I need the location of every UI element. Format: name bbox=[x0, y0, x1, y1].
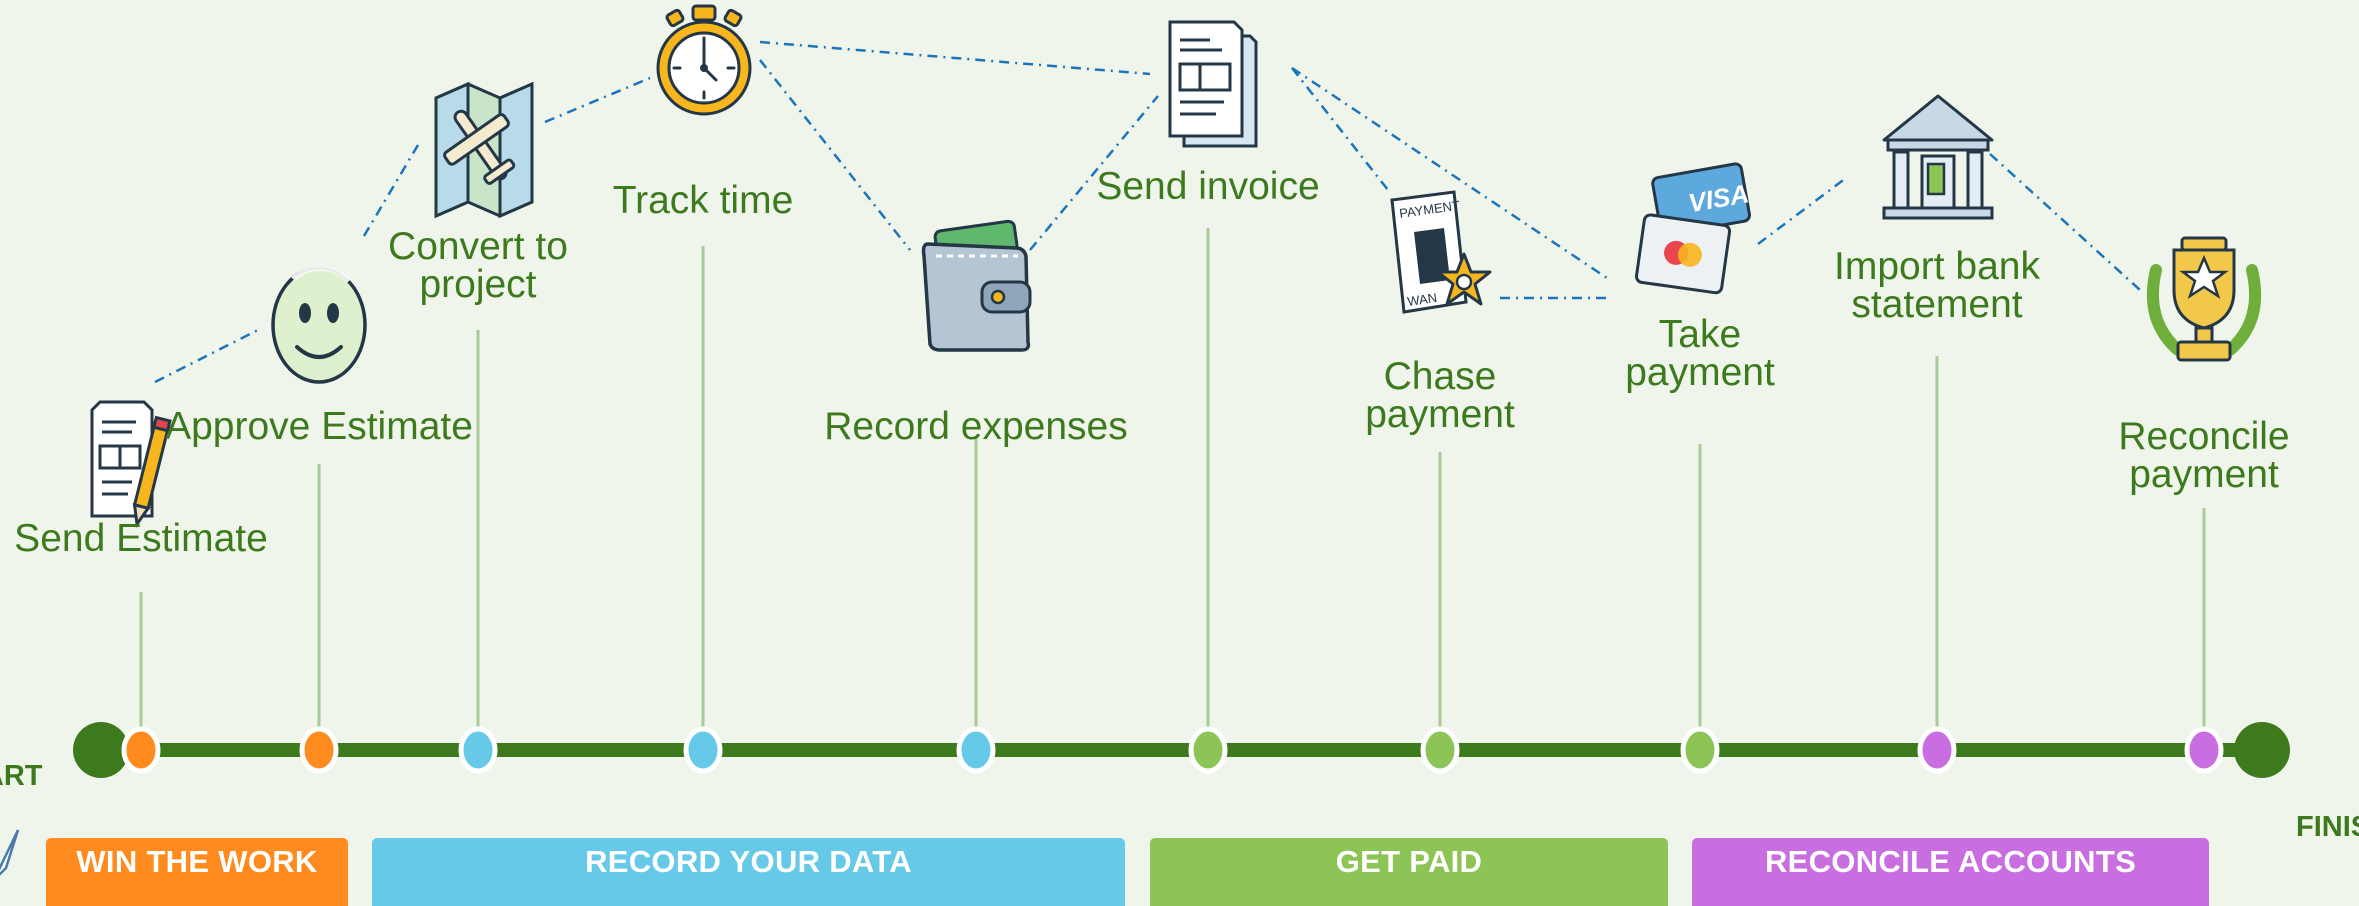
step-node bbox=[683, 726, 723, 774]
step-node bbox=[1420, 726, 1460, 774]
step-node bbox=[458, 726, 498, 774]
phase-paid: GET PAID bbox=[1150, 838, 1668, 906]
smiley-face-icon bbox=[271, 265, 367, 384]
dashed-connector-segment bbox=[759, 40, 1151, 76]
workflow-diagram: PAYMENT WAN VISA Send Estimate Approve E… bbox=[0, 0, 2359, 906]
stopwatch-icon bbox=[656, 4, 752, 116]
bank-building-icon bbox=[1882, 94, 1994, 220]
invoice-document-icon bbox=[1168, 20, 1258, 148]
trophy-icon bbox=[2146, 236, 2262, 362]
step-node bbox=[121, 726, 161, 774]
step-label: Send invoice bbox=[1096, 165, 1320, 208]
step-label: Send Estimate bbox=[14, 517, 268, 560]
step-label: Track time bbox=[612, 179, 794, 222]
dashed-connector-segment bbox=[1757, 177, 1847, 245]
dashed-connector-segment bbox=[362, 144, 420, 237]
estimate-document-pencil-icon bbox=[90, 400, 172, 529]
finish-label: FINISH bbox=[2296, 811, 2359, 843]
timeline-track bbox=[73, 722, 2290, 778]
dashed-connector-segment bbox=[544, 76, 651, 124]
step-label: Chase payment bbox=[1365, 355, 1515, 436]
workflow-canvas: PAYMENT WAN VISA bbox=[0, 4, 2290, 876]
step-node bbox=[1680, 726, 1720, 774]
step-label: Take payment bbox=[1625, 313, 1775, 394]
dashed-connector-segment bbox=[154, 328, 259, 384]
step-label: Record expenses bbox=[824, 405, 1128, 448]
step-label: Import bank statement bbox=[1834, 245, 2040, 326]
finish-node bbox=[2234, 722, 2290, 778]
paper-plane-icon bbox=[0, 829, 20, 876]
step-node bbox=[299, 726, 339, 774]
credit-cards-icon: VISA bbox=[1634, 162, 1751, 295]
phase-win: WIN THE WORK bbox=[46, 838, 348, 906]
map-airplane-icon bbox=[434, 81, 534, 219]
step-node bbox=[1188, 726, 1228, 774]
step-node bbox=[956, 726, 996, 774]
phase-reconcile: RECONCILE ACCOUNTS bbox=[1692, 838, 2209, 906]
step-label: Reconcile payment bbox=[2118, 415, 2290, 496]
wallet-icon bbox=[921, 219, 1032, 352]
step-label: Approve Estimate bbox=[165, 405, 473, 448]
phase-record: RECORD YOUR DATA bbox=[372, 838, 1125, 906]
step-label: Convert to project bbox=[388, 225, 568, 306]
step-node bbox=[2184, 726, 2224, 774]
start-label: START bbox=[0, 760, 43, 792]
start-node bbox=[73, 722, 129, 778]
payment-wanted-poster-icon: PAYMENT WAN bbox=[1390, 190, 1492, 314]
step-node bbox=[1917, 726, 1957, 774]
